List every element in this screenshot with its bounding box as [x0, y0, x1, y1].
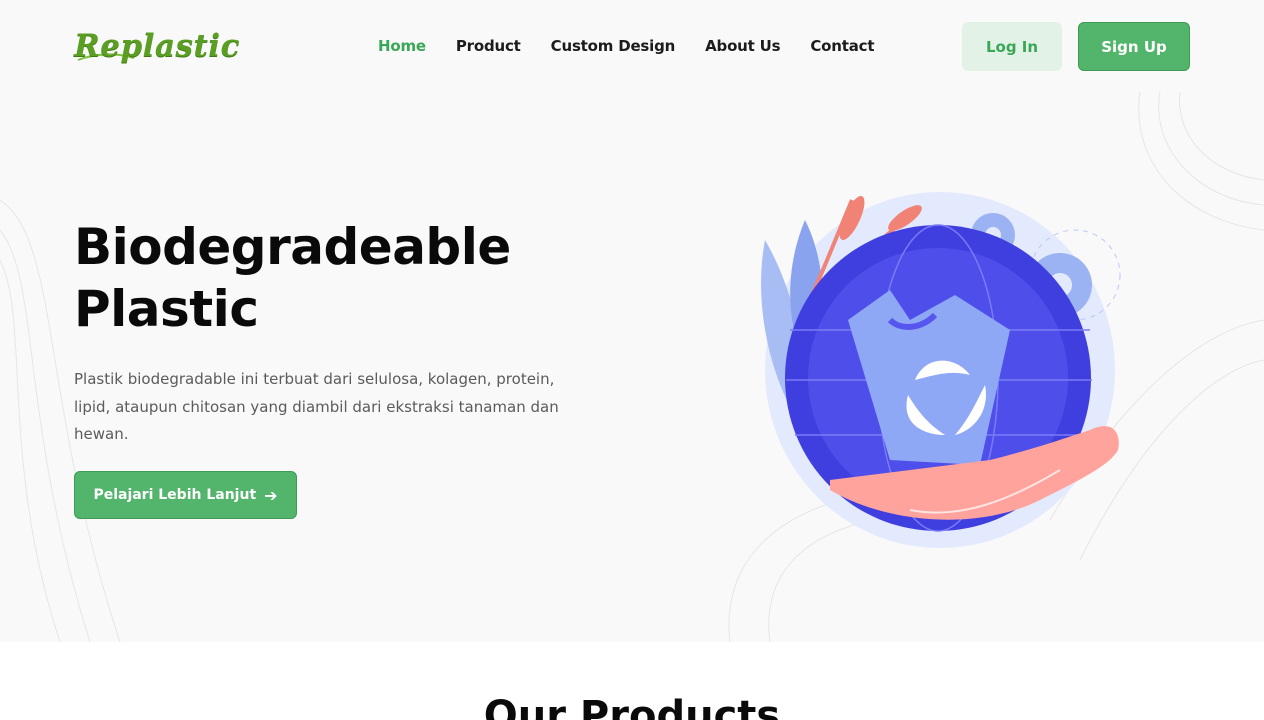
login-button[interactable]: Log In	[962, 22, 1062, 71]
nav-contact[interactable]: Contact	[810, 37, 874, 55]
logo-text: Replastic	[74, 28, 240, 64]
nav-home[interactable]: Home	[378, 37, 426, 55]
logo-wordmark[interactable]: Replastic	[74, 28, 240, 64]
hero-description: Plastik biodegradable ini terbuat dari s…	[74, 370, 559, 443]
main-nav: Home Product Custom Design About Us Cont…	[378, 37, 875, 55]
learn-more-button[interactable]: Pelajari Lebih Lanjut ➔	[74, 471, 297, 519]
hero-title-line1: Biodegradeable	[74, 218, 511, 276]
nav-product[interactable]: Product	[456, 37, 521, 55]
our-products-title: Our Products	[483, 693, 781, 720]
nav-about-us[interactable]: About Us	[705, 37, 780, 55]
nav-custom-design[interactable]: Custom Design	[551, 37, 676, 55]
arrow-right-icon: ➔	[264, 485, 278, 505]
hero-title: Biodegradeable Plastic	[74, 216, 594, 340]
signup-button[interactable]: Sign Up	[1078, 22, 1190, 71]
hero-title-line2: Plastic	[74, 280, 259, 338]
learn-more-label: Pelajari Lebih Lanjut	[93, 487, 257, 503]
globe-hand-illustration	[761, 192, 1121, 548]
